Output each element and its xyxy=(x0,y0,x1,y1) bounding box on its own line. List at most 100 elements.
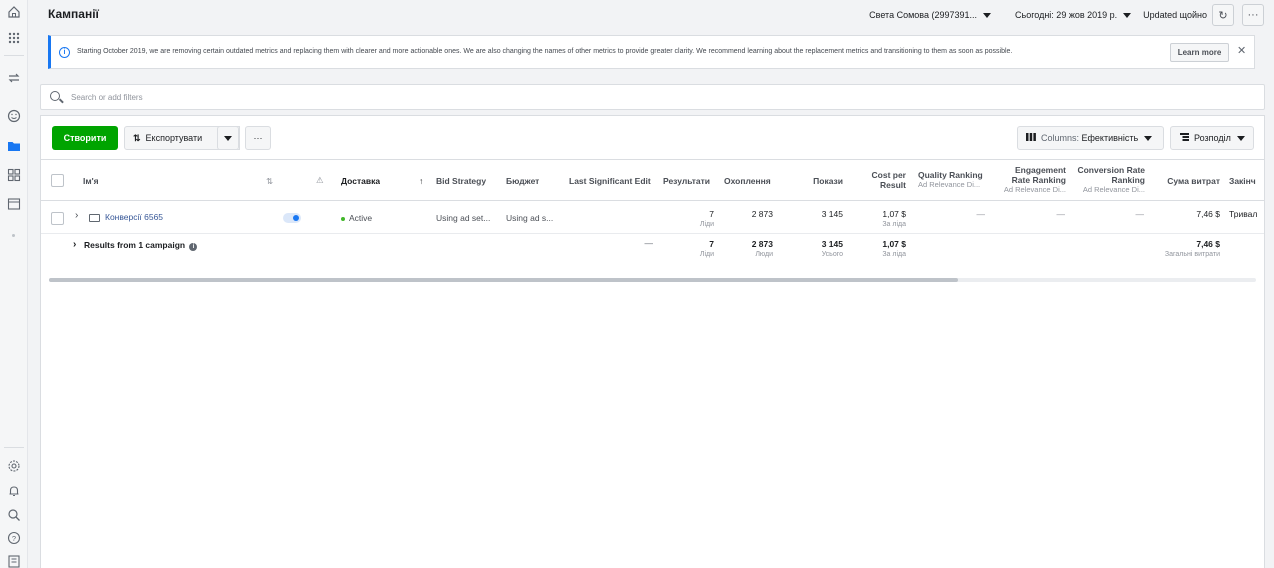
impressions-cell: 3 145 xyxy=(821,209,843,219)
expand-summary-chevron-icon[interactable]: › xyxy=(73,239,76,250)
apps-grid-icon[interactable] xyxy=(4,28,24,48)
top-bar: Кампанії Света Сомова (2997391... Сьогод… xyxy=(40,0,1264,30)
columns-value: Ефективність xyxy=(1081,133,1139,143)
ends-cell: Тривал xyxy=(1229,209,1258,219)
summary-impressions-value: 3 145 xyxy=(821,239,843,249)
bid-strategy-cell: Using ad set... xyxy=(436,213,491,223)
columns-button[interactable]: Columns: Ефективність xyxy=(1017,126,1164,150)
campaign-toggle[interactable] xyxy=(283,213,301,223)
column-results[interactable]: Результати xyxy=(663,176,714,186)
calendar-icon[interactable] xyxy=(4,194,24,214)
expand-chevron-icon[interactable]: › xyxy=(75,210,78,221)
sort-icon[interactable]: ⇅ xyxy=(266,176,273,186)
search-icon[interactable] xyxy=(4,505,24,525)
close-icon[interactable]: ✕ xyxy=(1237,44,1246,57)
campaign-name-cell[interactable]: Конверсії 6565 xyxy=(89,212,163,222)
report-icon[interactable] xyxy=(4,551,24,568)
summary-reach-value: 2 873 xyxy=(751,239,773,249)
date-range: Сьогодні: 29 жов 2019 р. xyxy=(1015,10,1118,20)
select-all-checkbox[interactable] xyxy=(51,174,64,187)
rail-dot xyxy=(12,234,15,237)
more-icon: ··· xyxy=(253,133,263,143)
column-cost-line2: Result xyxy=(880,180,906,190)
column-cost-line1: Cost per xyxy=(871,170,906,180)
summary-reach: 2 873 Люди xyxy=(724,239,773,258)
column-name[interactable]: Ім'я xyxy=(83,176,99,186)
rail-divider xyxy=(4,55,24,56)
summary-reach-sub: Люди xyxy=(755,251,773,258)
create-button[interactable]: Створити xyxy=(52,126,118,150)
sort-arrow-icon: ↑ xyxy=(419,176,424,186)
more-options-button[interactable]: ··· xyxy=(1242,4,1264,26)
results-value: 7 xyxy=(709,209,714,219)
summary-label-cell[interactable]: Results from 1 campaign i xyxy=(84,240,198,251)
column-engagement-line1: Engagement xyxy=(1014,165,1066,175)
export-label: Експортувати xyxy=(145,133,203,143)
home-icon[interactable] xyxy=(4,2,24,22)
export-dropdown-button[interactable] xyxy=(217,126,239,150)
breakdown-label: Розподіл xyxy=(1194,133,1231,143)
switch-icon[interactable] xyxy=(4,68,24,88)
column-delivery[interactable]: Доставка xyxy=(341,176,380,186)
smiley-icon[interactable] xyxy=(4,106,24,126)
summary-row: › Results from 1 campaign i — 7 Ліди 2 8… xyxy=(41,235,1264,265)
column-conversion-line1: Conversion Rate xyxy=(1077,165,1145,175)
column-last-edit[interactable]: Last Significant Edit xyxy=(569,176,651,186)
summary-cost-sub: За ліда xyxy=(882,251,906,258)
left-nav-rail: ? xyxy=(0,0,28,568)
column-engagement-ranking[interactable]: Engagement Rate Ranking Ad Relevance Di.… xyxy=(996,165,1066,195)
campaigns-panel: Створити ⇅ Експортувати ··· Columns: Ефе… xyxy=(40,115,1265,568)
engagement-ranking-cell: — xyxy=(1056,209,1066,219)
column-conversion-sub: Ad Relevance Di... xyxy=(1082,185,1145,194)
blocks-icon[interactable] xyxy=(4,165,24,185)
summary-results: 7 Ліди xyxy=(663,239,714,258)
learn-more-button[interactable]: Learn more xyxy=(1170,43,1229,62)
summary-impressions-sub: Усього xyxy=(821,251,843,258)
page-title: Кампанії xyxy=(48,7,99,21)
search-icon xyxy=(50,91,60,101)
active-dot-icon xyxy=(341,216,345,221)
reach-cell: 2 873 xyxy=(751,209,773,219)
breakdown-button[interactable]: Розподіл xyxy=(1170,126,1254,150)
column-quality-ranking[interactable]: Quality Ranking Ad Relevance Di... xyxy=(918,170,988,190)
summary-results-sub: Ліди xyxy=(699,251,714,258)
summary-spent: 7,46 $ Загальні витрати xyxy=(1141,239,1220,258)
chevron-down-icon xyxy=(983,12,991,18)
updated-status: Updated щойно xyxy=(1143,10,1207,20)
column-engagement-line2: Rate Ranking xyxy=(1011,175,1066,185)
column-amount-spent[interactable]: Сума витрат xyxy=(1156,176,1220,186)
column-reach[interactable]: Охоплення xyxy=(724,176,775,186)
summary-cost: 1,07 $ За ліда xyxy=(856,239,906,258)
help-icon[interactable]: ? xyxy=(4,528,24,548)
bell-icon[interactable] xyxy=(4,481,24,501)
summary-spent-value: 7,46 $ xyxy=(1196,239,1220,249)
refresh-button[interactable]: ↻ xyxy=(1212,4,1234,26)
settings-icon[interactable] xyxy=(4,456,24,476)
table-row[interactable]: › Конверсії 6565 Active Using ad set... … xyxy=(41,202,1264,234)
column-quality-sub: Ad Relevance Di... xyxy=(918,180,981,189)
chevron-down-icon xyxy=(1144,135,1153,141)
column-ends[interactable]: Закінч xyxy=(1229,176,1264,186)
horizontal-scrollbar[interactable] xyxy=(49,278,958,282)
column-cost-per-result[interactable]: Cost per Result xyxy=(856,170,906,190)
account-selector[interactable]: Света Сомова (2997391... xyxy=(869,10,991,20)
cost-value: 1,07 $ xyxy=(882,209,906,219)
column-impressions[interactable]: Покази xyxy=(801,176,843,186)
delivery-status: Active xyxy=(341,213,372,223)
column-bid-strategy[interactable]: Bid Strategy xyxy=(436,176,486,186)
folder-icon[interactable] xyxy=(4,136,24,156)
date-range-selector[interactable]: Сьогодні: 29 жов 2019 р. xyxy=(1015,10,1132,20)
quality-ranking-cell: — xyxy=(976,209,986,219)
column-conversion-ranking[interactable]: Conversion Rate Ranking Ad Relevance Di.… xyxy=(1073,165,1145,195)
column-budget[interactable]: Бюджет xyxy=(506,176,539,186)
campaign-name-link[interactable]: Конверсії 6565 xyxy=(105,212,163,222)
info-icon: i xyxy=(59,47,70,58)
cost-cell: 1,07 $ За ліда xyxy=(856,209,906,228)
columns-icon xyxy=(1026,133,1036,143)
row-checkbox[interactable] xyxy=(51,212,64,225)
summary-last-edit: — xyxy=(644,238,654,248)
more-actions-button[interactable]: ··· xyxy=(245,126,271,150)
chevron-down-icon xyxy=(224,135,232,141)
budget-cell: Using ad s... xyxy=(506,213,554,223)
search-input[interactable] xyxy=(71,90,471,104)
